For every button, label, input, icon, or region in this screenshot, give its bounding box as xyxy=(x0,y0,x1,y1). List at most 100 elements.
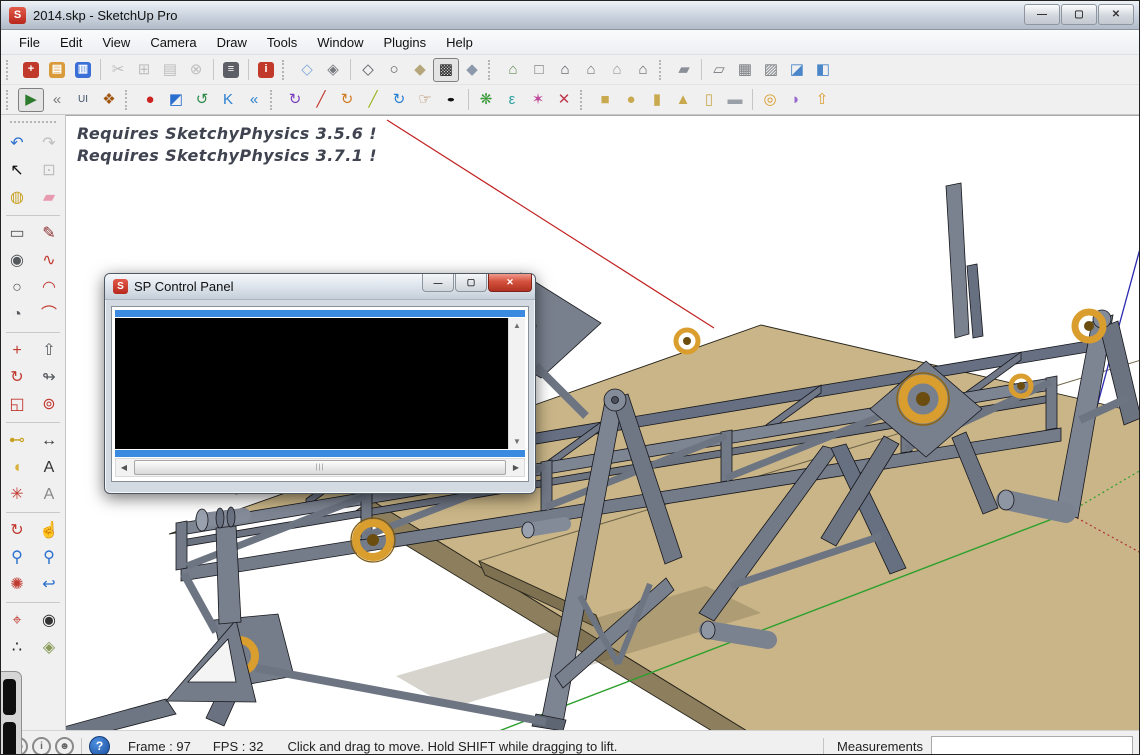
physics-play-pause-button[interactable]: ▶ xyxy=(18,88,44,112)
help-icon[interactable]: ? xyxy=(89,736,110,755)
hidden-line-button[interactable]: ○ xyxy=(381,58,407,82)
section-plane-tool[interactable]: ◈ xyxy=(36,635,62,660)
open-button[interactable]: ▤ xyxy=(44,58,70,82)
model-viewport[interactable]: Requires SketchyPhysics 3.5.6 ! Requires… xyxy=(66,115,1139,730)
axes-tool[interactable]: ✳ xyxy=(4,482,30,507)
paste-button[interactable]: ▤ xyxy=(157,58,183,82)
credits-icon[interactable]: i xyxy=(32,737,51,755)
physics-settings-button[interactable]: ❖ xyxy=(96,88,122,112)
shape-wheel-button[interactable]: ◎ xyxy=(757,88,783,112)
shape-cylinder-button[interactable]: ▮ xyxy=(644,88,670,112)
polygon-tool[interactable]: ○ xyxy=(4,275,30,300)
line-tool[interactable]: ✎ xyxy=(36,221,62,246)
menu-plugins[interactable]: Plugins xyxy=(374,32,437,53)
joint-gyro-button[interactable]: ↻ xyxy=(386,88,412,112)
display-section-planes-button[interactable]: ▱ xyxy=(706,58,732,82)
titlebar[interactable]: S 2014.skp - SketchUp Pro —▢✕ xyxy=(1,1,1139,30)
menu-edit[interactable]: Edit xyxy=(50,32,92,53)
section-tool-blue-2-button[interactable]: ◧ xyxy=(810,58,836,82)
attach-button[interactable]: ✶ xyxy=(525,88,551,112)
view-top-button[interactable]: □ xyxy=(526,58,552,82)
select-tool[interactable]: ↖ xyxy=(4,158,30,183)
physics-ui-button[interactable]: UI xyxy=(70,88,96,112)
menu-camera[interactable]: Camera xyxy=(140,32,206,53)
sp-panel-content[interactable]: ▲ ▼ xyxy=(115,318,525,449)
previous-view-button[interactable]: ↩ xyxy=(36,572,62,597)
look-around-tool[interactable]: ◉ xyxy=(36,608,62,633)
zoom-tool[interactable]: ⚲ xyxy=(4,545,30,570)
pan-tool[interactable]: ☝ xyxy=(36,518,62,543)
force-arrow-button[interactable]: ⇧ xyxy=(809,88,835,112)
undo-button[interactable]: ↶ xyxy=(4,131,30,156)
shaded-textures-button[interactable]: ▩ xyxy=(433,58,459,82)
freehand-tool[interactable]: ∿ xyxy=(36,248,62,273)
model-info-button[interactable]: i xyxy=(253,58,279,82)
scroll-left-icon[interactable]: ◀ xyxy=(116,463,132,472)
measurements-input[interactable] xyxy=(931,736,1133,755)
cut-button[interactable]: ✂ xyxy=(105,58,131,82)
erase-button[interactable]: ⊗ xyxy=(183,58,209,82)
view-iso-button[interactable]: ⌂ xyxy=(500,58,526,82)
menu-help[interactable]: Help xyxy=(436,32,483,53)
joint-picker-button[interactable]: ☞ xyxy=(412,88,438,112)
scale-tool[interactable]: ◱ xyxy=(4,392,30,417)
camera-track-button[interactable]: ◩ xyxy=(163,88,189,112)
view-back-button[interactable]: ⌂ xyxy=(630,58,656,82)
minimize-button[interactable]: — xyxy=(1024,4,1060,25)
shaded-button[interactable]: ◆ xyxy=(407,58,433,82)
zoom-extents-button[interactable]: ✺ xyxy=(4,572,30,597)
record-button[interactable]: ● xyxy=(137,88,163,112)
scroll-down-icon[interactable]: ▼ xyxy=(513,434,521,449)
shape-box-button[interactable]: ■ xyxy=(592,88,618,112)
make-component-button[interactable]: ⊡ xyxy=(36,158,62,183)
menu-file[interactable]: File xyxy=(9,32,50,53)
sp-maximize-button[interactable]: ▢ xyxy=(455,274,487,292)
shape-convex-button[interactable]: ◗ xyxy=(783,88,809,112)
skip-back-button[interactable]: « xyxy=(241,88,267,112)
view-left-button[interactable]: ⌂ xyxy=(604,58,630,82)
rotate-tool[interactable]: ↻ xyxy=(4,365,30,390)
sp-horizontal-scrollbar[interactable]: ◀ ||| ▶ xyxy=(115,458,525,477)
two-point-arc-tool[interactable]: ⌒ xyxy=(36,302,62,327)
joint-hinge-button[interactable]: ╱ xyxy=(308,88,334,112)
move-tool[interactable]: + xyxy=(4,338,30,363)
wireframe-button[interactable]: ◇ xyxy=(355,58,381,82)
scrollbar-thumb[interactable]: ||| xyxy=(134,460,506,475)
xray-mode-button[interactable]: ◇ xyxy=(294,58,320,82)
close-button[interactable]: ✕ xyxy=(1098,4,1134,25)
position-camera-tool[interactable]: ⌖ xyxy=(4,608,30,633)
ground-plane-button[interactable]: ● xyxy=(438,88,464,112)
joint-motor-button[interactable]: ↻ xyxy=(334,88,360,112)
sp-panel-titlebar[interactable]: S SP Control Panel —▢✕ xyxy=(105,274,535,300)
magnet-button[interactable]: ε xyxy=(499,88,525,112)
monochrome-button[interactable]: ◆ xyxy=(459,58,485,82)
sp-minimize-button[interactable]: — xyxy=(422,274,454,292)
orbit-tool[interactable]: ↻ xyxy=(4,518,30,543)
arc-tool[interactable]: ◠ xyxy=(36,275,62,300)
joint-connector-button[interactable]: ↻ xyxy=(282,88,308,112)
joint-servo-button[interactable]: ╱ xyxy=(360,88,386,112)
view-right-button[interactable]: ⌂ xyxy=(578,58,604,82)
menu-tools[interactable]: Tools xyxy=(257,32,307,53)
shape-capsule-button[interactable]: ▯ xyxy=(696,88,722,112)
sp-vertical-scrollbar[interactable]: ▲ ▼ xyxy=(508,318,525,449)
zoom-window-tool[interactable]: ⚲ xyxy=(36,545,62,570)
dimension-tool[interactable]: ↔ xyxy=(36,428,62,453)
menu-window[interactable]: Window xyxy=(307,32,373,53)
new-button[interactable]: + xyxy=(18,58,44,82)
rectangle-tool[interactable]: ▭ xyxy=(4,221,30,246)
scroll-up-icon[interactable]: ▲ xyxy=(513,318,521,333)
detach-button[interactable]: ✕ xyxy=(551,88,577,112)
scroll-right-icon[interactable]: ▶ xyxy=(508,463,524,472)
sp-close-button[interactable]: ✕ xyxy=(488,274,532,292)
menu-draw[interactable]: Draw xyxy=(207,32,257,53)
display-section-cuts-button[interactable]: ▦ xyxy=(732,58,758,82)
circle-tool[interactable]: ◉ xyxy=(4,248,30,273)
display-section-fill-button[interactable]: ▨ xyxy=(758,58,784,82)
curve-path-button[interactable]: ↺ xyxy=(189,88,215,112)
text-tool[interactable]: A xyxy=(36,455,62,480)
physics-reset-button[interactable]: « xyxy=(44,88,70,112)
offset-tool[interactable]: ⊚ xyxy=(36,392,62,417)
section-tool-blue-1-button[interactable]: ◪ xyxy=(784,58,810,82)
follow-me-tool[interactable]: ↬ xyxy=(36,365,62,390)
